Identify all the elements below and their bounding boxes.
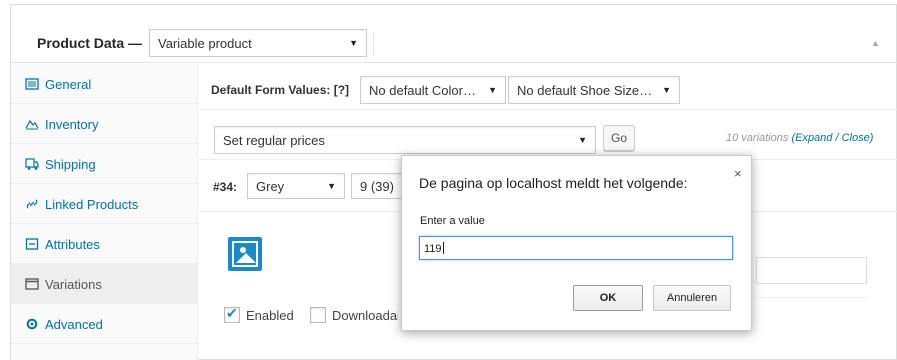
variation-count: 10 variations (Expand / Close) — [726, 132, 873, 144]
chevron-down-icon: ▼ — [327, 181, 336, 191]
default-color-select[interactable]: No default Color… ▼ — [360, 76, 506, 104]
ok-button[interactable]: OK — [573, 285, 643, 311]
inventory-icon — [25, 119, 39, 130]
chevron-down-icon: ▼ — [662, 85, 671, 95]
chevron-down-icon: ▼ — [578, 135, 587, 145]
text-caret — [442, 242, 444, 254]
variation-size-value: 9 (39) — [360, 179, 394, 194]
general-icon — [25, 78, 39, 90]
tab-label: Inventory — [45, 117, 99, 132]
default-shoe-size-value: No default Shoe Size… — [517, 83, 653, 98]
tab-label: General — [45, 77, 92, 92]
link-icon — [26, 199, 38, 209]
tab-variations[interactable]: Variations — [11, 264, 197, 304]
field-divider — [756, 297, 867, 298]
product-type-select[interactable]: Variable product ▼ — [149, 29, 367, 57]
tab-shipping[interactable]: Shipping — [11, 144, 197, 184]
tab-label: Advanced — [45, 317, 103, 332]
downloadable-label: Downloadable — [332, 308, 398, 323]
chevron-down-icon: ▼ — [488, 85, 497, 95]
gear-icon — [26, 318, 38, 330]
truck-icon — [25, 158, 39, 170]
default-form-values-label: Default Form Values: [?] — [211, 83, 350, 97]
tab-linked-products[interactable]: Linked Products — [11, 184, 197, 224]
product-type-value: Variable product — [158, 36, 252, 51]
dialog-prompt: Enter a value — [420, 215, 485, 227]
tab-attributes[interactable]: Attributes — [11, 224, 197, 264]
bulk-action-value: Set regular prices — [223, 133, 325, 148]
cancel-button[interactable]: Annuleren — [653, 285, 731, 311]
tab-general[interactable]: General — [11, 64, 197, 104]
tab-label: Variations — [45, 277, 102, 292]
tab-label: Linked Products — [45, 197, 139, 212]
attributes-icon — [25, 238, 39, 250]
tab-advanced[interactable]: Advanced — [11, 304, 197, 344]
tab-label: Shipping — [45, 157, 96, 172]
panel-header: Product Data — Variable product ▼ ▲ — [11, 5, 897, 63]
checkmark-icon: ✔ — [226, 305, 238, 321]
close-icon[interactable]: × — [734, 166, 742, 181]
expand-close-link[interactable]: (Expand / Close) — [791, 132, 873, 144]
enabled-label: Enabled — [246, 308, 294, 323]
panel-title: Product Data — — [37, 35, 143, 51]
variation-color-select[interactable]: Grey ▼ — [247, 173, 345, 199]
go-button[interactable]: Go — [603, 125, 635, 151]
variation-color-value: Grey — [256, 179, 285, 194]
default-form-values-row: Default Form Values: [?] No default Colo… — [198, 64, 897, 110]
variation-field-input[interactable] — [756, 257, 867, 284]
variation-number: #34: — [213, 180, 238, 194]
header-divider — [373, 33, 374, 55]
downloadable-checkbox[interactable] — [310, 307, 326, 323]
default-shoe-size-select[interactable]: No default Shoe Size… ▼ — [508, 76, 680, 104]
product-data-tabs: General Inventory Shipping Linked Produc… — [11, 64, 198, 360]
image-icon-mountain — [236, 253, 256, 263]
variations-icon — [25, 278, 39, 290]
tab-inventory[interactable]: Inventory — [11, 104, 197, 144]
enabled-checkbox[interactable]: ✔ — [224, 305, 240, 323]
default-color-value: No default Color… — [369, 83, 476, 98]
tab-label: Attributes — [45, 237, 100, 252]
collapse-toggle-icon[interactable]: ▲ — [871, 38, 880, 48]
variation-image-placeholder[interactable] — [228, 237, 262, 271]
chevron-down-icon: ▼ — [349, 38, 358, 48]
bulk-actions-row: Set regular prices ▼ Go 10 variations (E… — [198, 110, 897, 160]
variation-count-text: 10 variations — [726, 132, 789, 144]
image-icon — [232, 241, 258, 267]
dialog-value-input[interactable]: 119 — [419, 236, 733, 260]
dialog-value-text: 119 — [424, 243, 442, 255]
prompt-dialog: De pagina op localhost meldt het volgend… — [401, 155, 752, 331]
dialog-title: De pagina op localhost meldt het volgend… — [419, 175, 688, 191]
bulk-action-select[interactable]: Set regular prices ▼ — [214, 126, 596, 154]
